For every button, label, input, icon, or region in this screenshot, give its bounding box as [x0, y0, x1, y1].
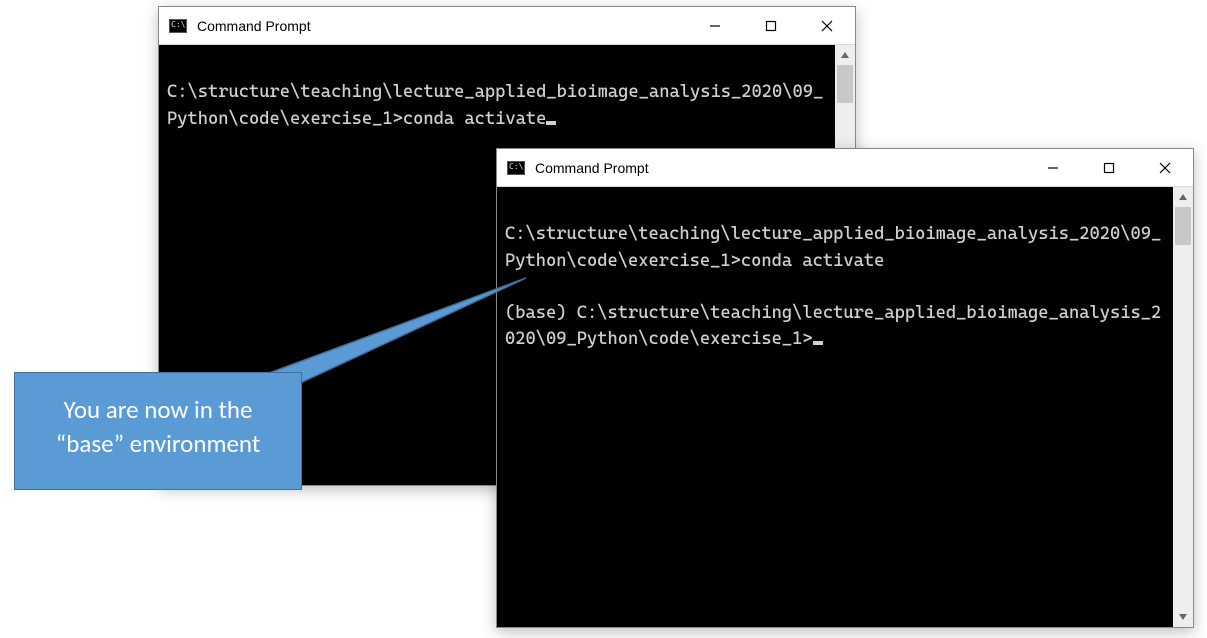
minimize-button[interactable] — [1025, 149, 1081, 187]
scroll-up-button[interactable] — [835, 45, 855, 65]
close-button[interactable] — [799, 7, 855, 45]
cmd-icon — [507, 161, 525, 175]
scroll-up-button[interactable] — [1173, 187, 1193, 207]
terminal-area: C:\structure\teaching\lecture_applied_bi… — [497, 187, 1193, 627]
terminal-output[interactable]: C:\structure\teaching\lecture_applied_bi… — [497, 187, 1173, 627]
cmd-icon — [169, 19, 187, 33]
command-prompt-window-2: Command Prompt C:\structure\teaching\lec… — [496, 148, 1194, 628]
scroll-down-button[interactable] — [1173, 607, 1193, 627]
window-title: Command Prompt — [535, 160, 649, 176]
scroll-thumb[interactable] — [837, 65, 853, 103]
maximize-button[interactable] — [743, 7, 799, 45]
titlebar[interactable]: Command Prompt — [497, 149, 1193, 187]
prompt-line: C:\structure\teaching\lecture_applied_bi… — [167, 82, 823, 128]
callout-text: You are now in the “base” environment — [56, 394, 260, 459]
close-button[interactable] — [1137, 149, 1193, 187]
scroll-track[interactable] — [1173, 207, 1193, 607]
cursor — [813, 341, 823, 345]
minimize-button[interactable] — [687, 7, 743, 45]
titlebar[interactable]: Command Prompt — [159, 7, 855, 45]
callout-pointer — [258, 272, 558, 392]
scroll-thumb[interactable] — [1175, 207, 1191, 245]
prompt-line-2: (base) C:\structure\teaching\lecture_app… — [505, 303, 1161, 349]
maximize-button[interactable] — [1081, 149, 1137, 187]
annotation-callout: You are now in the “base” environment — [14, 372, 302, 490]
window-title: Command Prompt — [197, 18, 311, 34]
scrollbar[interactable] — [1173, 187, 1193, 627]
cursor — [546, 121, 556, 125]
prompt-line-1: C:\structure\teaching\lecture_applied_bi… — [505, 224, 1161, 270]
